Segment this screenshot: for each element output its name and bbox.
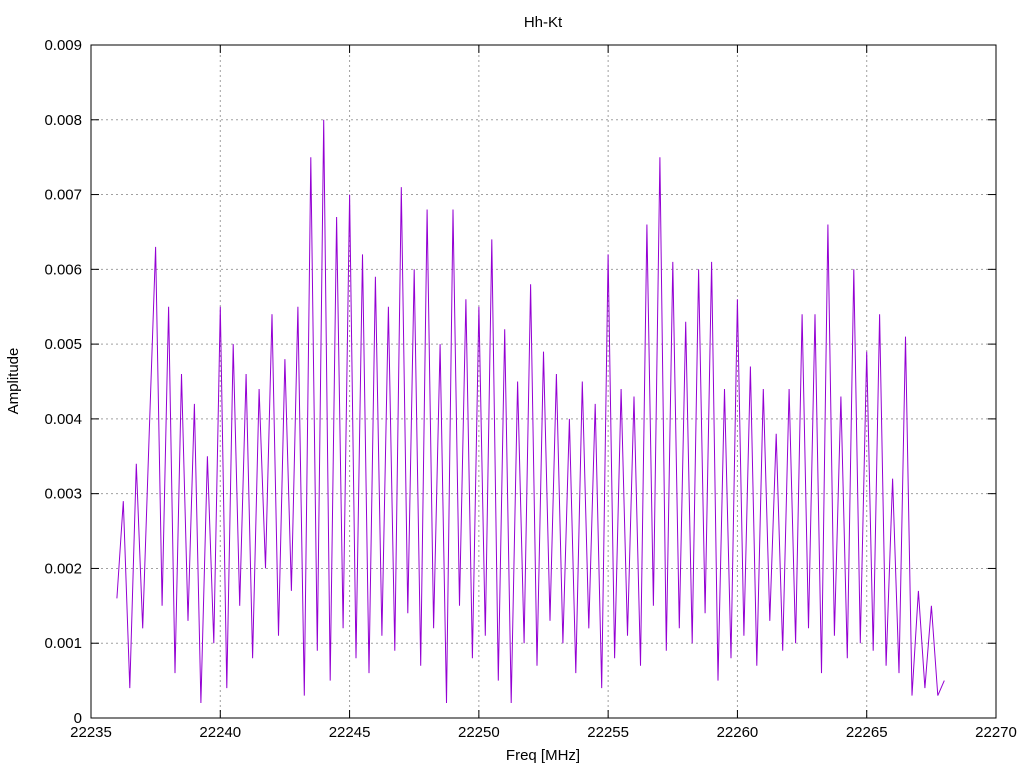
series-group xyxy=(116,119,945,704)
y-tick-label: 0.008 xyxy=(44,112,82,129)
x-tick-label: 22250 xyxy=(458,724,500,741)
y-axis-label: Amplitude xyxy=(5,348,22,415)
x-tick-label: 22255 xyxy=(587,724,629,741)
y-tick-label: 0.004 xyxy=(44,411,82,428)
x-tick-label: 22240 xyxy=(199,724,241,741)
y-tick-label: 0 xyxy=(74,710,82,727)
y-tick-label: 0.009 xyxy=(44,37,82,54)
y-tick-label: 0.001 xyxy=(44,635,82,652)
x-tick-label: 22270 xyxy=(975,724,1017,741)
y-tick-label: 0.002 xyxy=(44,560,82,577)
x-tick-label: 22265 xyxy=(846,724,888,741)
x-tick-label: 22260 xyxy=(717,724,759,741)
y-tick-label: 0.003 xyxy=(44,486,82,503)
y-tick-label: 0.006 xyxy=(44,261,82,278)
ticks: 22235 22240 22245 22250 22255 22260 22265 22270… xyxy=(44,37,1016,741)
y-tick-label: 0.005 xyxy=(44,336,82,353)
chart: Hh-Kt 22235 22240 22245 22250 22255 22260 2226… xyxy=(5,14,1017,764)
series-line xyxy=(116,119,945,704)
x-axis-label: Freq [MHz] xyxy=(506,747,580,764)
y-tick-label: 0.007 xyxy=(44,187,82,204)
chart-title: Hh-Kt xyxy=(524,14,563,31)
x-tick-label: 22245 xyxy=(329,724,371,741)
